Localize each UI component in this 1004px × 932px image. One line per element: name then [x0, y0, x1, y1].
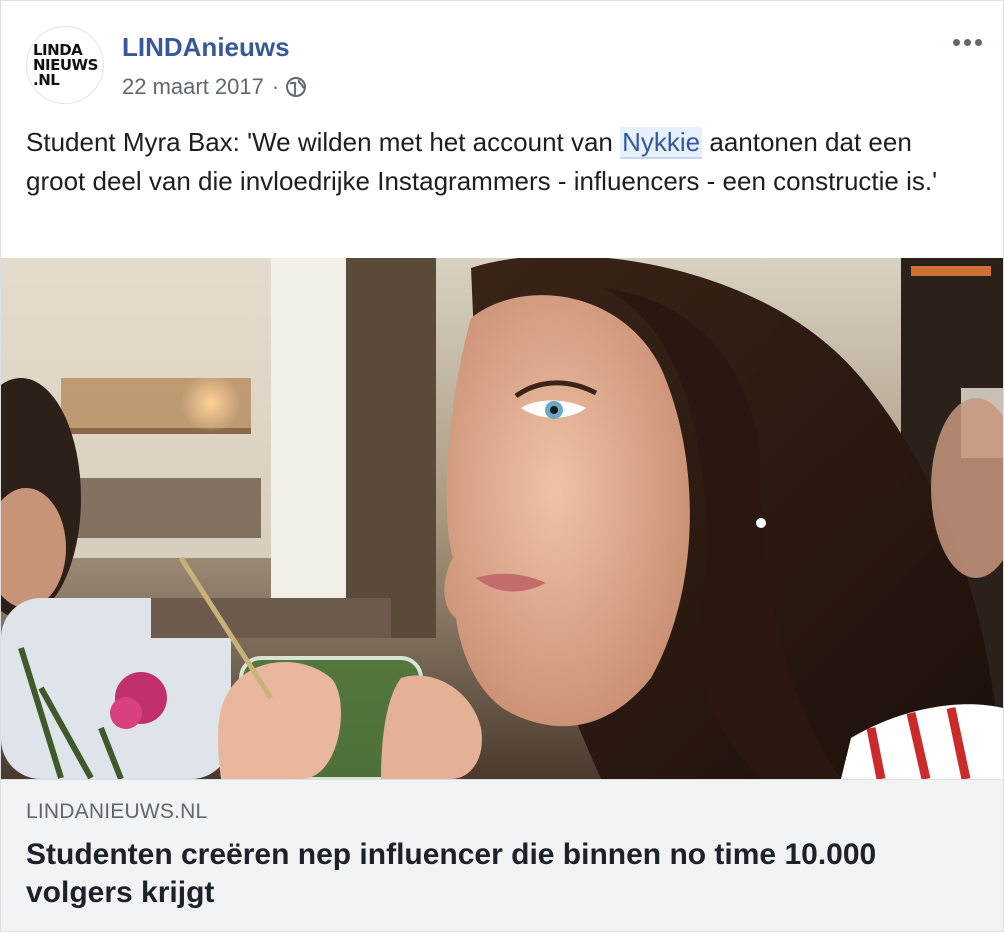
page-avatar[interactable]: LINDA NIEUWS .NL [26, 26, 104, 104]
avatar-logo-text: LINDA NIEUWS .NL [33, 41, 98, 89]
meta-separator: · [271, 74, 280, 99]
post-message: Student Myra Bax: 'We wilden met het acc… [26, 123, 976, 201]
page-name-link[interactable]: LINDAnieuws [122, 32, 290, 62]
post-text-before: Student Myra Bax: 'We wilden met het acc… [26, 127, 621, 157]
more-options-button[interactable] [945, 27, 989, 57]
facebook-post: LINDA NIEUWS .NL LINDAnieuws 22 maart 20… [0, 0, 1004, 932]
post-header: LINDA NIEUWS .NL LINDAnieuws 22 maart 20… [1, 1, 1003, 113]
mention-link-nykkie[interactable]: Nykkie [620, 127, 703, 159]
link-domain: LINDANIEUWS.NL [26, 800, 208, 823]
post-meta: 22 maart 2017 · [122, 73, 307, 101]
link-headline[interactable]: Studenten creëren nep influencer die bin… [26, 836, 976, 912]
more-dots-icon [952, 38, 960, 46]
post-date[interactable]: 22 maart 2017 [122, 74, 264, 100]
more-dots-icon [974, 38, 982, 46]
more-dots-icon [963, 38, 971, 46]
globe-icon[interactable] [285, 76, 307, 98]
link-preview-card[interactable]: LINDANIEUWS.NL Studenten creëren nep inf… [1, 779, 1003, 931]
link-preview-image[interactable] [1, 258, 1003, 779]
